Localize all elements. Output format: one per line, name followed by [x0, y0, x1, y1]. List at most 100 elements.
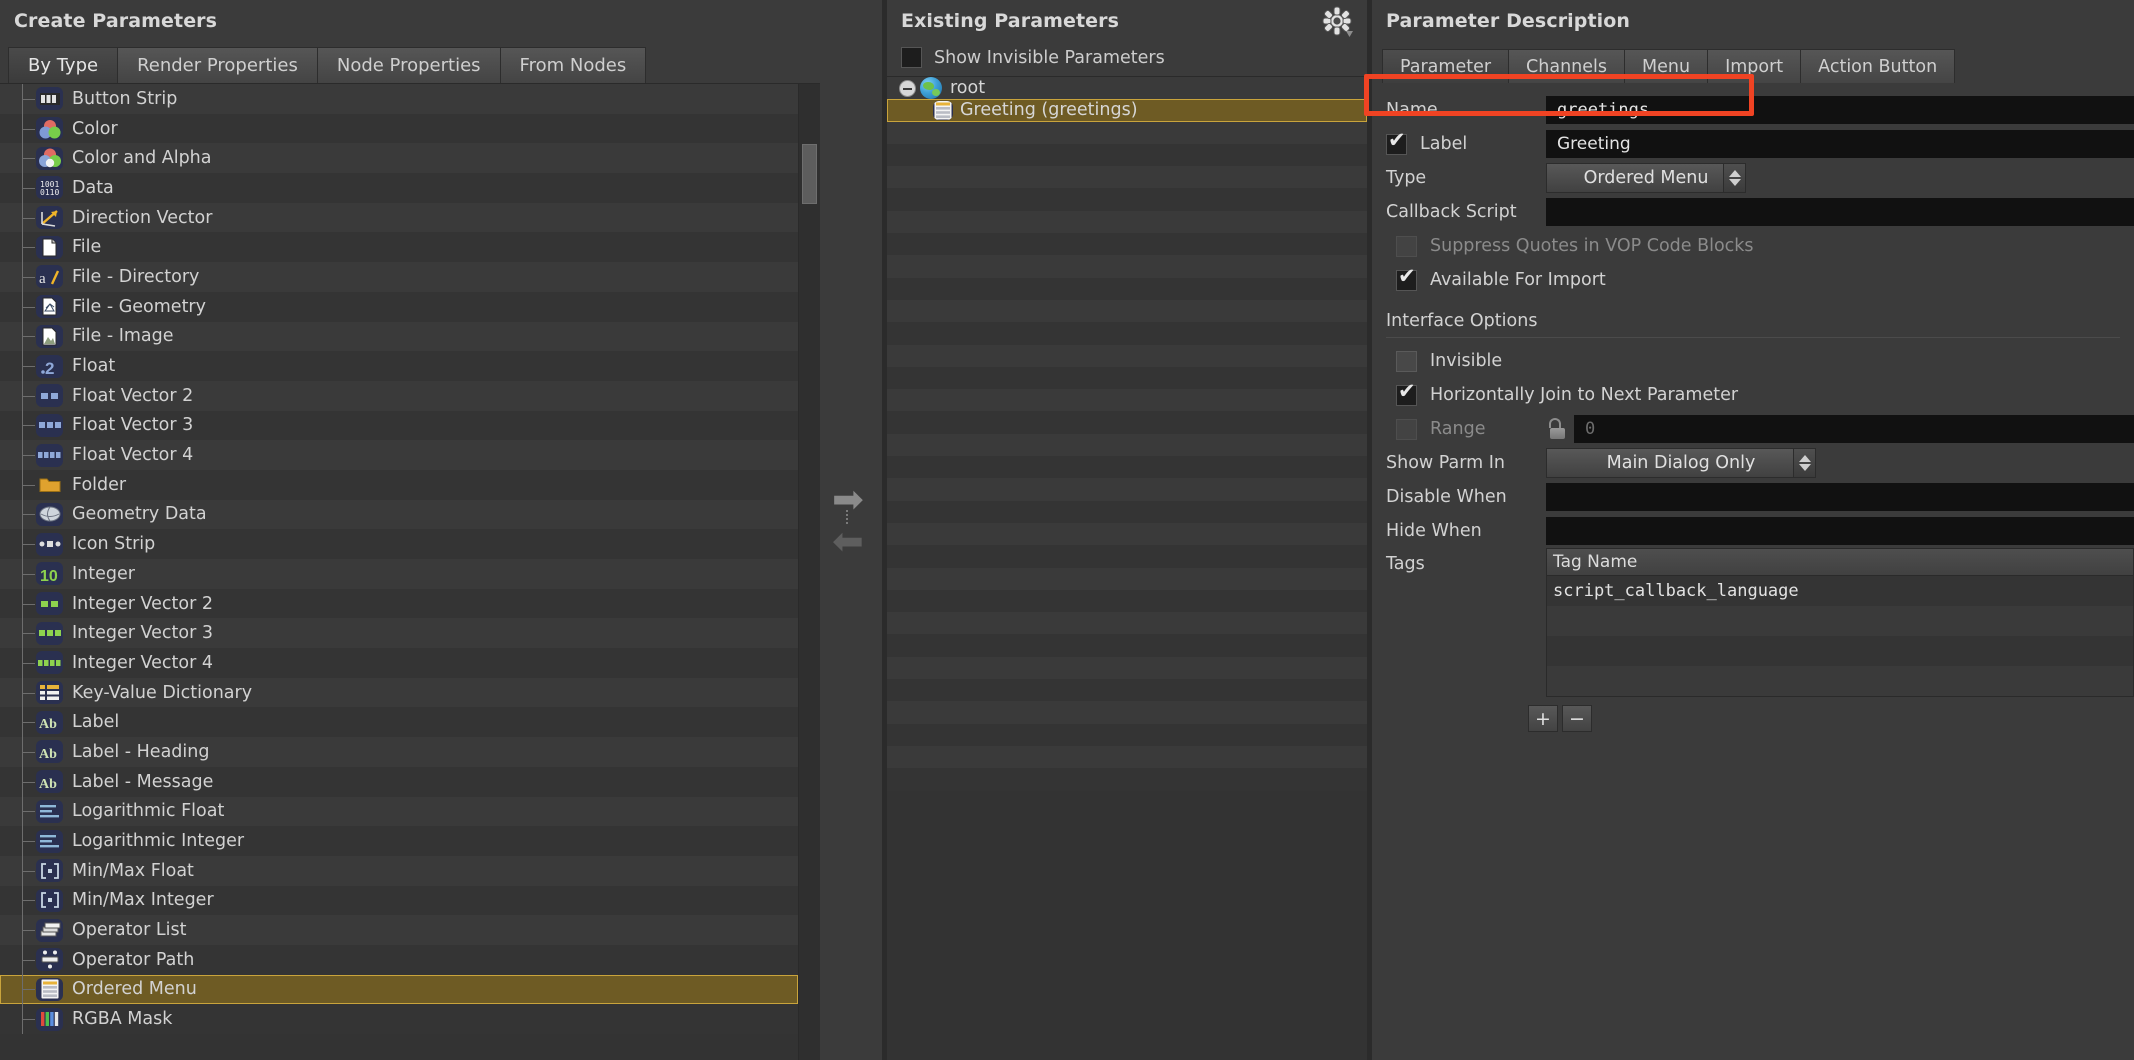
name-input[interactable]: greetings	[1546, 96, 2134, 124]
tab-menu[interactable]: Menu	[1624, 49, 1709, 83]
gear-icon[interactable]	[1321, 6, 1355, 40]
tab-node-properties[interactable]: Node Properties	[316, 47, 501, 83]
tab-action-button[interactable]: Action Button	[1800, 49, 1956, 83]
type-list-item[interactable]: Ordered Menu	[0, 974, 798, 1005]
tag-row[interactable]	[1547, 666, 2133, 696]
type-list-item[interactable]: Color and Alpha	[0, 143, 798, 174]
available-for-import-checkbox[interactable]	[1396, 266, 1417, 291]
type-list-item[interactable]: Float Vector 4	[0, 440, 798, 470]
disable-when-input[interactable]	[1546, 483, 2134, 511]
type-list-item[interactable]: Ab Label	[0, 707, 798, 738]
show-parm-in-spinner-icon[interactable]	[1793, 449, 1815, 477]
type-list-item-label: Integer Vector 4	[72, 652, 213, 673]
parameter-description-tabs: Parameter Channels Menu Import Action Button	[1372, 43, 2134, 83]
tree-tick	[22, 336, 35, 338]
tree-tick	[22, 573, 35, 575]
add-tag-button[interactable]: +	[1528, 705, 1558, 732]
type-list-item[interactable]: Key-Value Dictionary	[0, 677, 798, 708]
tag-row[interactable]	[1547, 606, 2133, 636]
type-list-item[interactable]: 2 Float	[0, 351, 798, 381]
type-list-item[interactable]: Icon Strip	[0, 529, 798, 559]
remove-parameter-arrow-icon[interactable]: ⬅	[832, 522, 864, 560]
type-list-item[interactable]: Operator Path	[0, 944, 798, 975]
type-list-item[interactable]: Float Vector 3	[0, 410, 798, 441]
type-list-item[interactable]: 10 Integer	[0, 559, 798, 589]
type-dropdown-value: Ordered Menu	[1583, 168, 1709, 188]
existing-parameter-label: root	[950, 78, 986, 99]
type-list-item[interactable]: Integer Vector 4	[0, 648, 798, 678]
horizontal-join-group[interactable]: Horizontally Join to Next Parameter	[1386, 381, 1738, 406]
available-for-import-group[interactable]: Available For Import	[1386, 266, 1606, 291]
show-invisible-checkbox[interactable]	[901, 47, 922, 68]
label-input[interactable]: Greeting	[1546, 130, 2134, 158]
tab-render-properties[interactable]: Render Properties	[117, 47, 318, 83]
horizontal-join-checkbox[interactable]	[1396, 381, 1417, 406]
existing-parameter-item[interactable]: root	[887, 77, 1367, 100]
type-list-item[interactable]: Min/Max Float	[0, 855, 798, 886]
type-list-item[interactable]: Integer Vector 2	[0, 588, 798, 619]
type-list-item[interactable]: a File - Directory	[0, 262, 798, 292]
invisible-checkbox[interactable]	[1396, 350, 1417, 372]
tree-tick	[22, 751, 35, 753]
type-list-item[interactable]: Geometry Data	[0, 499, 798, 530]
type-list-scrollbar[interactable]	[798, 84, 820, 1060]
label-checkbox[interactable]	[1386, 130, 1407, 155]
invisible-row: Invisible	[1372, 344, 2134, 378]
tree-background-row	[887, 656, 1367, 680]
tree-tick	[22, 841, 35, 843]
scrollbar-thumb[interactable]	[802, 144, 817, 204]
tree-tick	[22, 633, 35, 635]
existing-parameters-tree[interactable]: root Greeting (greetings)	[887, 76, 1367, 1060]
type-list-item[interactable]: File - Geometry	[0, 291, 798, 322]
ordered-menu-icon	[36, 977, 63, 1001]
tree-tick	[22, 781, 35, 783]
show-invisible-parameters-row[interactable]: Show Invisible Parameters	[887, 43, 1367, 76]
tree-background-row	[887, 299, 1367, 323]
type-list-item[interactable]: Button Strip	[0, 84, 798, 114]
type-list-item[interactable]: File	[0, 232, 798, 263]
type-list-item[interactable]: Float Vector 2	[0, 380, 798, 411]
collapse-toggle-icon[interactable]	[899, 79, 916, 97]
disable-when-label: Disable When	[1386, 487, 1507, 507]
remove-tag-button[interactable]: −	[1562, 705, 1592, 732]
type-list-item[interactable]: Color	[0, 113, 798, 144]
tags-table[interactable]: Tag Name script_callback_language	[1546, 548, 2134, 697]
type-list-item[interactable]: Logarithmic Integer	[0, 826, 798, 856]
create-parameters-panel: Create Parameters By Type Render Properti…	[0, 0, 820, 1060]
panel-resize-grip[interactable]	[846, 508, 851, 526]
type-list-item-label: Folder	[72, 474, 127, 495]
parameter-type-list[interactable]: Button Strip Color Color and Alpha 1001 0…	[0, 84, 798, 1060]
type-list-item[interactable]: File - Image	[0, 321, 798, 352]
tree-background-row	[887, 723, 1367, 746]
float-vector2-icon	[36, 384, 63, 408]
type-list-item[interactable]: Integer Vector 3	[0, 618, 798, 649]
type-list-item[interactable]: Direction Vector	[0, 202, 798, 233]
type-list-item[interactable]: Min/Max Integer	[0, 885, 798, 916]
type-list-item[interactable]: Ab Label - Message	[0, 766, 798, 797]
existing-parameter-item[interactable]: Greeting (greetings)	[887, 99, 1367, 122]
type-list-item[interactable]: 1001 0110 Data	[0, 173, 798, 203]
invisible-group[interactable]: Invisible	[1386, 350, 1502, 372]
tree-tick	[22, 366, 35, 368]
type-list-item[interactable]: Folder	[0, 469, 798, 500]
type-dropdown-spinner-icon[interactable]	[1723, 164, 1745, 192]
range-row: Range 0	[1372, 412, 2134, 446]
callback-script-input[interactable]	[1546, 198, 2134, 226]
type-list-item-label: Logarithmic Float	[72, 801, 225, 822]
type-list-item[interactable]: Operator List	[0, 915, 798, 945]
type-list-item[interactable]: Logarithmic Float	[0, 796, 798, 827]
tab-import[interactable]: Import	[1707, 49, 1802, 83]
lock-open-icon[interactable]	[1546, 418, 1568, 440]
tab-by-type[interactable]: By Type	[8, 47, 119, 83]
svg-text:0110: 0110	[40, 188, 59, 197]
type-list-item[interactable]: Ab Label - Heading	[0, 737, 798, 767]
hide-when-input[interactable]	[1546, 517, 2134, 545]
show-parm-in-dropdown[interactable]: Main Dialog Only	[1546, 448, 1816, 478]
type-list-item[interactable]: RGBA Mask	[0, 1004, 798, 1034]
tab-parameter[interactable]: Parameter	[1382, 49, 1510, 83]
tab-from-nodes[interactable]: From Nodes	[499, 47, 647, 83]
type-dropdown[interactable]: Ordered Menu	[1546, 163, 1746, 193]
tag-row[interactable]	[1547, 636, 2133, 666]
tag-row[interactable]: script_callback_language	[1547, 576, 2133, 606]
tab-channels[interactable]: Channels	[1508, 49, 1626, 83]
